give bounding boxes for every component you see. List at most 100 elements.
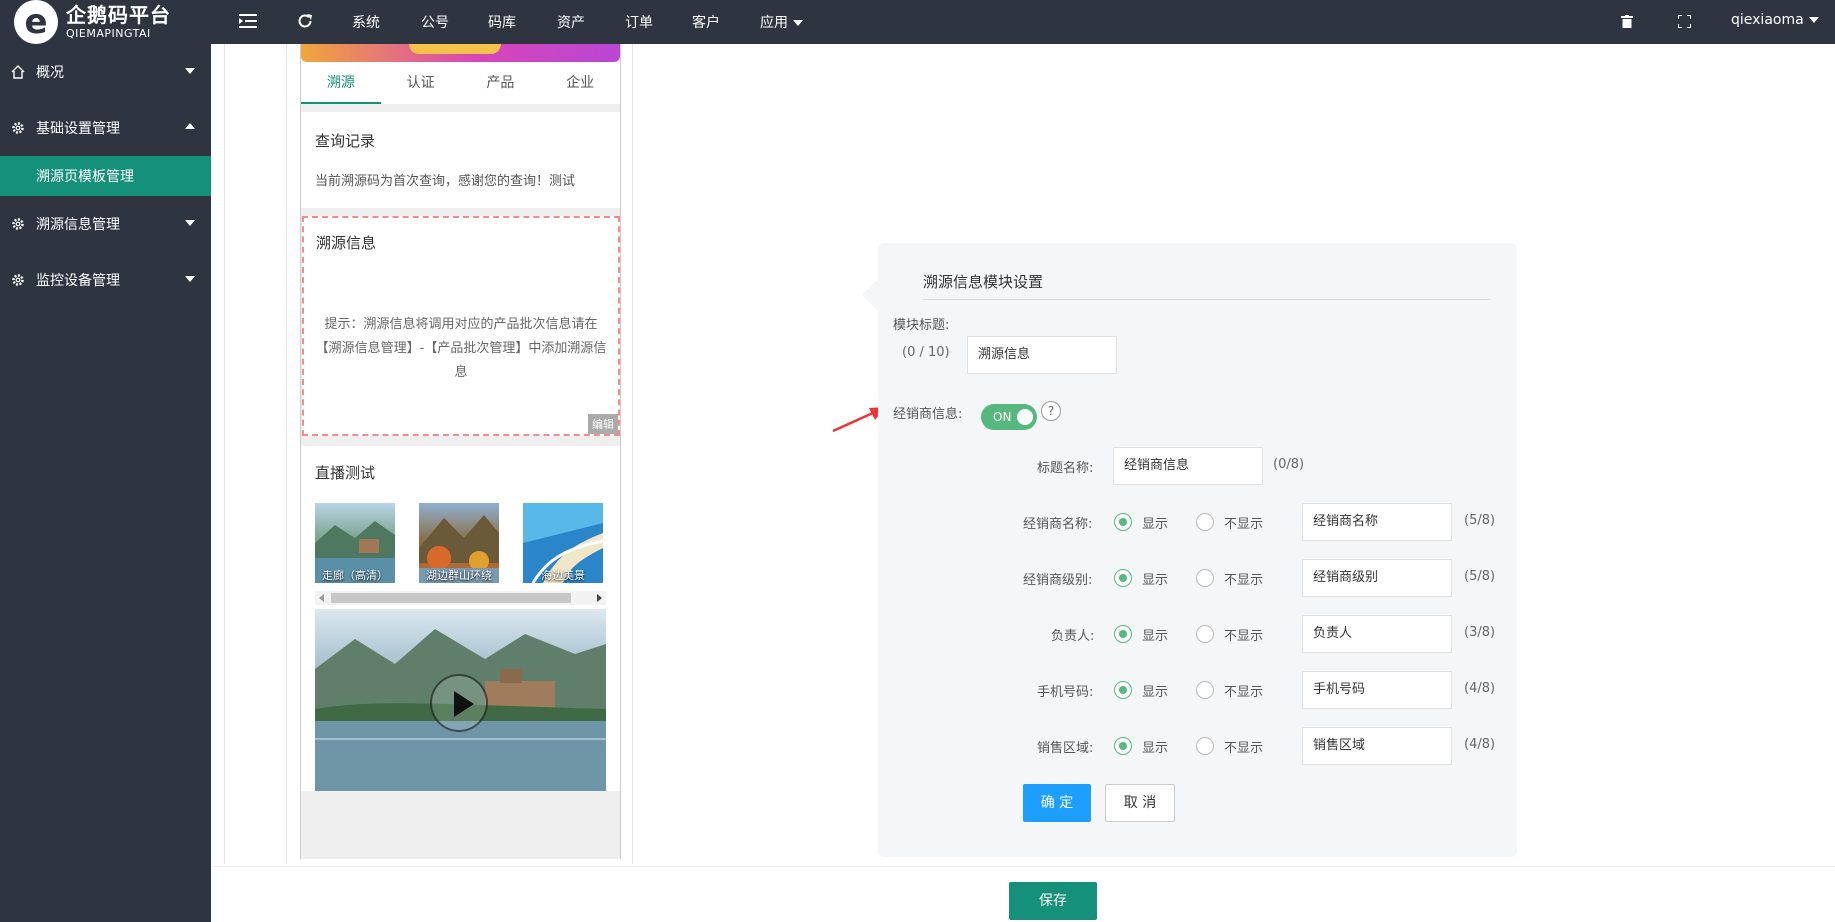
hide-radio[interactable] <box>1196 569 1214 587</box>
divider <box>923 299 1490 300</box>
sidebar-item-trace-info[interactable]: 溯源信息管理 <box>0 196 211 252</box>
logo[interactable]: e 企鹅码平台 QIEMAPINGTAI <box>0 0 211 44</box>
show-radio[interactable] <box>1114 513 1132 531</box>
horizontal-scrollbar[interactable] <box>315 591 606 605</box>
live-thumbnail[interactable]: 湖边群山环绕 <box>419 503 499 583</box>
live-card[interactable]: 直播测试 走廊（高清） 湖边群山环绕 海边美景 <box>301 446 620 791</box>
nav-item-customers[interactable]: 客户 <box>692 12 720 32</box>
nav-item-system[interactable]: 系统 <box>352 12 380 32</box>
save-button[interactable]: 保存 <box>1009 882 1097 920</box>
tab-product[interactable]: 产品 <box>461 62 541 104</box>
menu-toggle-icon[interactable] <box>237 10 259 32</box>
nav-item-assets[interactable]: 资产 <box>557 12 585 32</box>
cancel-button[interactable]: 取 消 <box>1105 784 1175 822</box>
module-title-label: 模块标题: <box>893 318 950 333</box>
scrollbar-thumb[interactable] <box>331 593 571 603</box>
field-count: (4/8) <box>1464 681 1496 696</box>
live-title: 直播测试 <box>315 464 376 482</box>
trace-info-card[interactable]: 溯源信息 提示：溯源信息将调用对应的产品批次信息请在【溯源信息管理】-【产品批次… <box>302 216 620 436</box>
hide-label[interactable]: 不显示 <box>1224 625 1263 644</box>
scroll-left-icon[interactable] <box>319 594 324 602</box>
show-label[interactable]: 显示 <box>1142 681 1168 700</box>
nav-item-official[interactable]: 公号 <box>421 12 449 32</box>
nav-item-code-library[interactable]: 码库 <box>488 12 516 32</box>
show-label[interactable]: 显示 <box>1142 625 1168 644</box>
show-label[interactable]: 显示 <box>1142 737 1168 756</box>
dealer-info-label: 经销商信息: <box>893 407 963 422</box>
heading-name-label: 标题名称: <box>1037 461 1094 476</box>
field-input[interactable]: 手机号码 <box>1302 671 1452 709</box>
show-radio[interactable] <box>1114 569 1132 587</box>
live-thumbnail[interactable]: 走廊（高清） <box>315 503 395 583</box>
nav-item-orders[interactable]: 订单 <box>625 12 653 32</box>
show-radio[interactable] <box>1114 625 1132 643</box>
field-input[interactable]: 负责人 <box>1302 615 1452 653</box>
help-icon[interactable]: ? <box>1041 401 1061 421</box>
field-input[interactable]: 经销商名称 <box>1302 503 1452 541</box>
tab-trace[interactable]: 溯源 <box>301 62 381 104</box>
fullscreen-icon[interactable] <box>1673 10 1695 32</box>
trace-info-tip: 提示：溯源信息将调用对应的产品批次信息请在【溯源信息管理】-【产品批次管理】中添… <box>315 317 607 380</box>
dealer-info-toggle[interactable]: ON <box>981 404 1037 430</box>
sidebar-item-template-management[interactable]: 溯源页模板管理 <box>0 156 211 196</box>
chevron-down-icon <box>793 20 803 26</box>
refresh-icon[interactable] <box>294 10 316 32</box>
sidebar: 概况 基础设置管理 溯源页模板管理 溯源信息管理 监控设备管理 <box>0 44 211 922</box>
hide-label[interactable]: 不显示 <box>1224 569 1263 588</box>
confirm-button[interactable]: 确 定 <box>1023 784 1091 822</box>
chevron-down-icon <box>185 276 195 282</box>
sidebar-item-monitor-devices[interactable]: 监控设备管理 <box>0 252 211 308</box>
banner-image <box>301 44 620 62</box>
sidebar-item-overview[interactable]: 概况 <box>0 44 211 100</box>
trash-icon[interactable] <box>1616 10 1638 32</box>
field-count: (5/8) <box>1464 569 1496 584</box>
video-player[interactable] <box>315 609 606 791</box>
sidebar-item-basic-settings[interactable]: 基础设置管理 <box>0 100 211 156</box>
chevron-down-icon <box>185 68 195 74</box>
main-content: 溯源 认证 产品 企业 查询记录 当前溯源码为首次查询，感谢您的查询！测试 溯源… <box>211 44 1835 922</box>
tab-certification[interactable]: 认证 <box>381 62 461 104</box>
query-record-text: 当前溯源码为首次查询，感谢您的查询！测试 <box>315 174 576 189</box>
nav-item-apps[interactable]: 应用 <box>760 12 803 32</box>
query-record-title: 查询记录 <box>315 132 376 150</box>
trace-info-title: 溯源信息 <box>316 234 377 252</box>
chevron-down-icon <box>185 220 195 226</box>
gear-icon <box>10 120 26 136</box>
tab-company[interactable]: 企业 <box>540 62 620 104</box>
module-title-input[interactable]: 溯源信息 <box>967 336 1117 374</box>
field-label: 销售区域: <box>1037 741 1094 756</box>
scroll-right-icon[interactable] <box>597 594 602 602</box>
gear-icon <box>10 216 26 232</box>
show-label[interactable]: 显示 <box>1142 513 1168 532</box>
field-label: 负责人: <box>1051 629 1095 644</box>
user-menu[interactable]: qiexiaoma <box>1731 12 1819 28</box>
field-label: 手机号码: <box>1037 685 1094 700</box>
field-count: (3/8) <box>1464 625 1496 640</box>
show-radio[interactable] <box>1114 681 1132 699</box>
show-radio[interactable] <box>1114 737 1132 755</box>
field-input[interactable]: 销售区域 <box>1302 727 1452 765</box>
module-settings-panel: 溯源信息模块设置 模块标题: (0 / 10) 溯源信息 经销商信息: ON ?… <box>862 243 1517 857</box>
hide-label[interactable]: 不显示 <box>1224 513 1263 532</box>
field-count: (4/8) <box>1464 737 1496 752</box>
home-icon <box>10 64 26 80</box>
query-record-card[interactable]: 查询记录 当前溯源码为首次查询，感谢您的查询！测试 <box>301 112 620 208</box>
module-title-count: (0 / 10) <box>902 345 950 360</box>
play-icon[interactable] <box>430 674 488 732</box>
show-label[interactable]: 显示 <box>1142 569 1168 588</box>
hide-radio[interactable] <box>1196 737 1214 755</box>
hide-label[interactable]: 不显示 <box>1224 681 1263 700</box>
phone-preview: 溯源 认证 产品 企业 查询记录 当前溯源码为首次查询，感谢您的查询！测试 溯源… <box>300 44 621 859</box>
field-input[interactable]: 经销商级别 <box>1302 559 1452 597</box>
heading-name-count: (0/8) <box>1273 457 1305 472</box>
preview-tabs: 溯源 认证 产品 企业 <box>301 62 620 104</box>
divider <box>224 44 225 864</box>
top-bar: e 企鹅码平台 QIEMAPINGTAI 系统 公号 码库 资产 订单 客户 应… <box>0 0 1835 44</box>
hide-radio[interactable] <box>1196 681 1214 699</box>
hide-label[interactable]: 不显示 <box>1224 737 1263 756</box>
edit-button[interactable]: 编辑 <box>588 414 618 434</box>
live-thumbnail[interactable]: 海边美景 <box>523 503 603 583</box>
hide-radio[interactable] <box>1196 513 1214 531</box>
hide-radio[interactable] <box>1196 625 1214 643</box>
heading-name-input[interactable]: 经销商信息 <box>1113 447 1263 485</box>
